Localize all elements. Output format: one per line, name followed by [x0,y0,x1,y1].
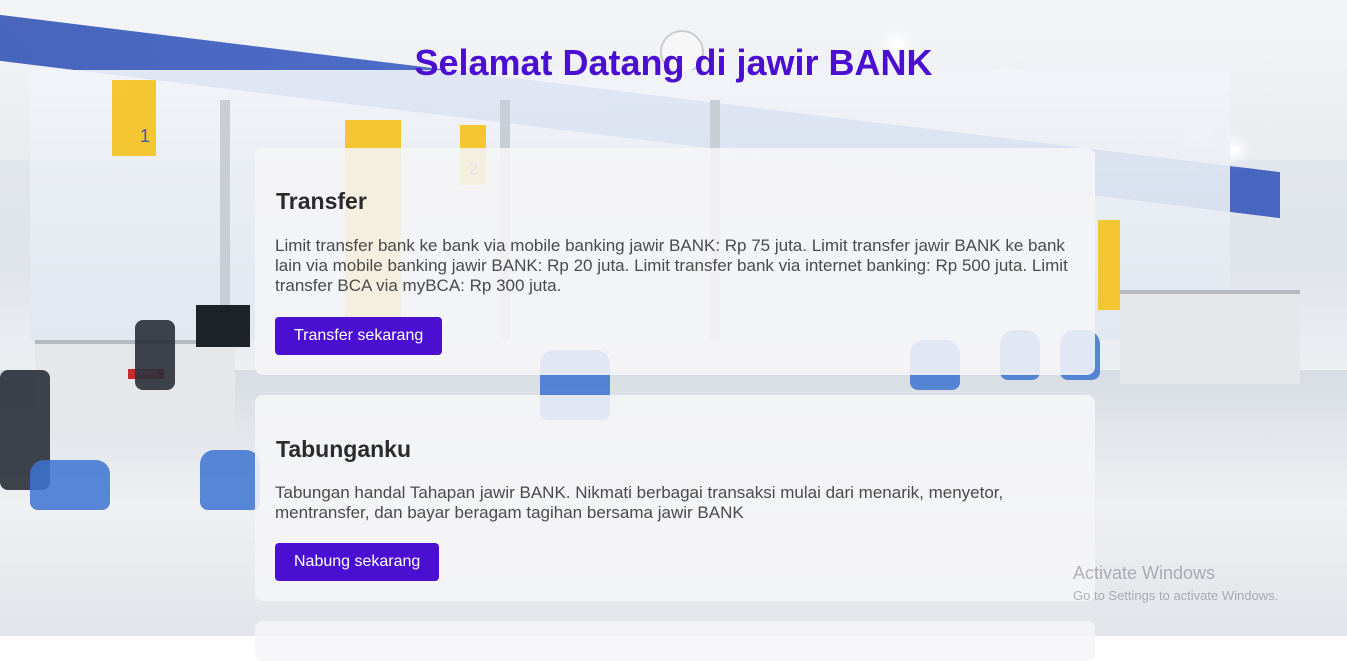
counter-sign-number: 1 [140,126,151,146]
transfer-heading: Transfer [276,188,367,214]
service-counter [1120,290,1300,384]
page-title: Selamat Datang di jawir BANK [414,42,933,83]
waiting-chair [30,460,110,510]
watermark-title: Activate Windows [1073,563,1216,583]
yellow-banner [1098,220,1120,310]
transfer-description: Limit transfer bank ke bank via mobile b… [275,236,1068,295]
transfer-now-button[interactable]: Transfer sekarang [275,317,443,355]
activate-windows-watermark: Activate Windows Go to Settings to activ… [1073,563,1278,603]
savings-card: Tabunganku Tabungan handal Tahapan jawir… [255,395,1095,601]
savings-description: Tabungan handal Tahapan jawir BANK. Nikm… [275,483,1004,522]
waiting-chair [200,450,260,510]
office-chair [135,320,175,390]
next-card [255,621,1095,661]
transfer-card: Transfer Limit transfer bank ke bank via… [255,148,1095,375]
savings-heading: Tabunganku [276,436,412,462]
computer-monitor [196,305,250,347]
counter-sign: 1 [112,80,156,156]
save-now-button[interactable]: Nabung sekarang [275,543,440,581]
wall-pillar [220,100,230,340]
watermark-subtitle: Go to Settings to activate Windows. [1073,588,1279,603]
